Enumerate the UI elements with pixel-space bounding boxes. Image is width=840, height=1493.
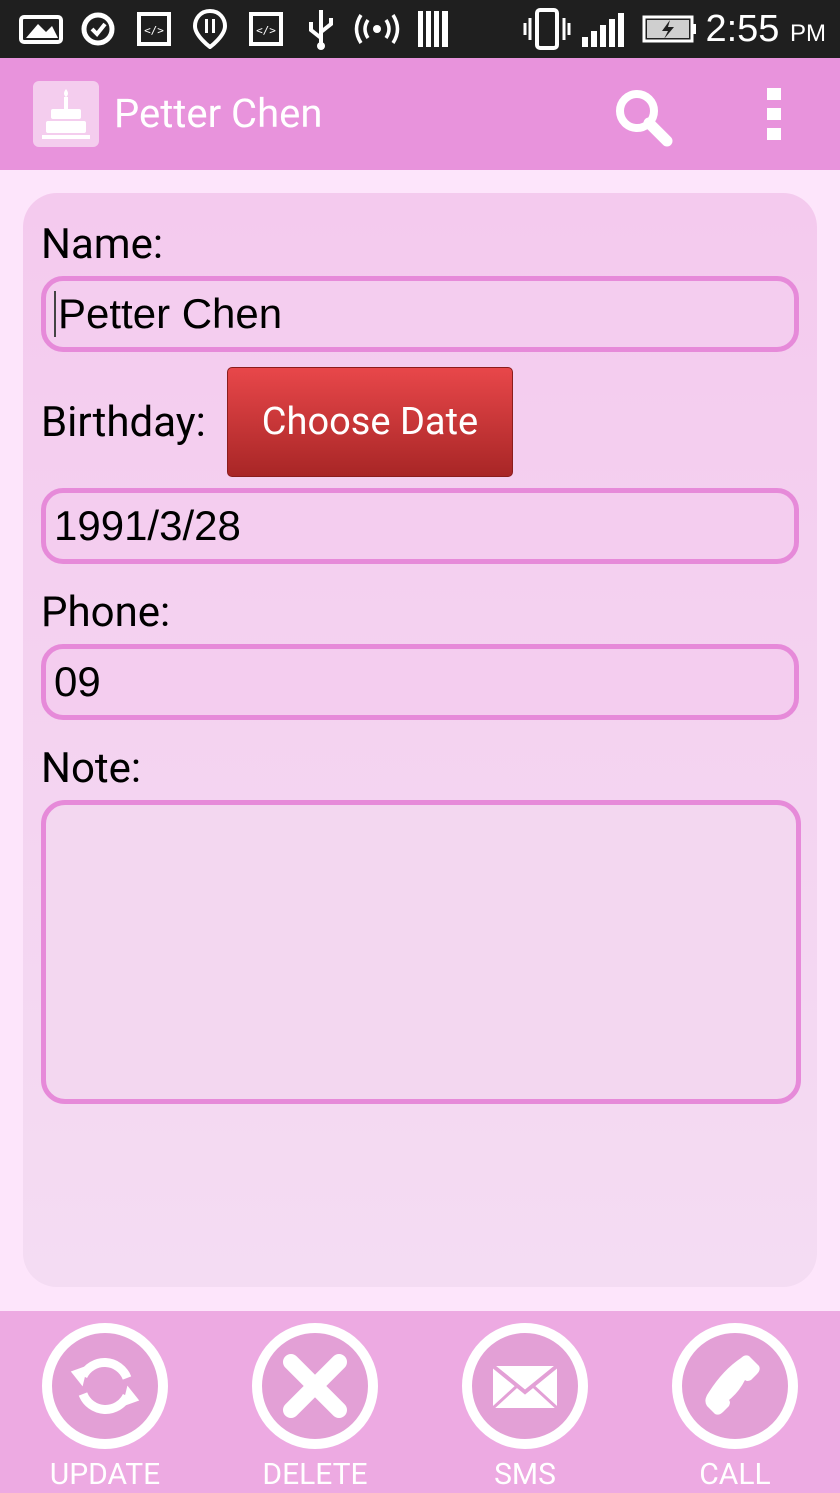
phone-icon xyxy=(705,1355,760,1415)
clock-ampm: PM xyxy=(790,20,826,47)
birthday-field[interactable]: 1991/3/28 xyxy=(41,488,799,564)
close-icon xyxy=(283,1354,347,1418)
sms-button[interactable]: SMS xyxy=(420,1321,630,1493)
page-title: Petter Chen xyxy=(114,90,323,137)
envelope-icon xyxy=(491,1364,559,1410)
update-circle xyxy=(42,1323,168,1449)
action-bar: Petter Chen xyxy=(0,58,840,170)
call-button[interactable]: CALL xyxy=(630,1321,840,1493)
note-label: Note: xyxy=(41,744,142,793)
clock-time: 2:55 xyxy=(705,8,780,50)
sync-icon xyxy=(78,10,118,48)
update-label: UPDATE xyxy=(49,1457,161,1492)
note-field[interactable] xyxy=(41,800,801,1104)
overflow-menu-icon xyxy=(764,88,784,140)
clock: 2:55 PM xyxy=(705,8,826,51)
svg-text:</>: </> xyxy=(256,24,276,37)
birthday-cake-icon xyxy=(42,89,90,139)
bottom-action-bar: UPDATE DELETE SMS CALL xyxy=(0,1311,840,1493)
update-button[interactable]: UPDATE xyxy=(0,1321,210,1493)
phone-field[interactable]: 09 xyxy=(41,644,799,720)
battery-charging-icon xyxy=(642,10,698,48)
delete-circle xyxy=(252,1323,378,1449)
call-circle xyxy=(672,1323,798,1449)
vibrate-icon xyxy=(522,8,572,50)
svg-text:</>: </> xyxy=(144,24,164,37)
search-button[interactable] xyxy=(612,86,674,148)
location-pin-icon xyxy=(192,9,228,49)
hotspot-icon xyxy=(352,10,402,48)
delete-button[interactable]: DELETE xyxy=(210,1321,420,1493)
overflow-menu-button[interactable] xyxy=(764,88,784,142)
search-icon xyxy=(616,90,673,147)
call-label: CALL xyxy=(699,1457,771,1492)
choose-date-button[interactable]: Choose Date xyxy=(227,367,513,477)
birthday-label: Birthday: xyxy=(41,398,206,447)
name-field[interactable]: Petter Chen xyxy=(41,276,799,352)
developer-icon-2: </> xyxy=(248,10,284,48)
sms-label: SMS xyxy=(494,1457,556,1492)
app-logo[interactable] xyxy=(33,81,99,147)
barcode-icon xyxy=(416,10,452,48)
picture-notification-icon xyxy=(18,10,64,48)
name-value: Petter Chen xyxy=(58,290,283,337)
refresh-icon xyxy=(70,1358,140,1414)
signal-icon xyxy=(582,10,628,48)
phone-value: 09 xyxy=(54,658,101,705)
name-label: Name: xyxy=(41,220,164,269)
status-bar: </> </> 2:55 PM xyxy=(0,0,840,58)
delete-label: DELETE xyxy=(262,1457,368,1492)
birthday-value: 1991/3/28 xyxy=(54,502,241,549)
contact-card xyxy=(23,193,817,1287)
text-cursor xyxy=(54,291,56,337)
phone-label: Phone: xyxy=(41,588,171,637)
usb-icon xyxy=(304,10,338,50)
sms-circle xyxy=(462,1323,588,1449)
developer-icon: </> xyxy=(136,10,172,48)
